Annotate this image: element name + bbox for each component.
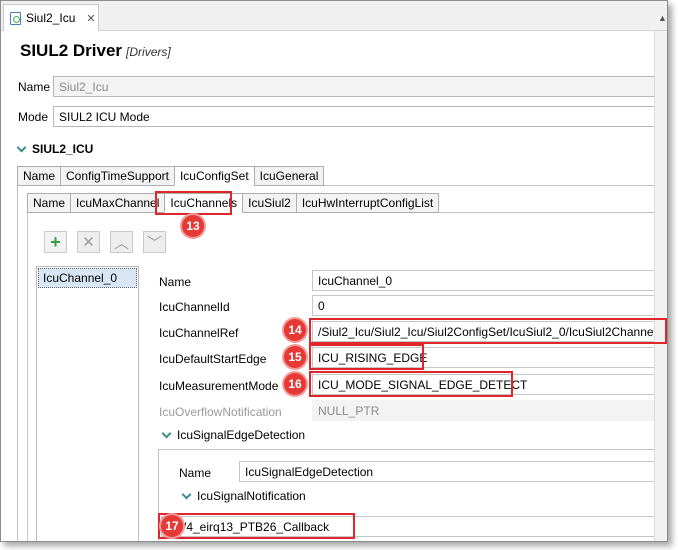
overflow-notification-field: NULL_PTR (312, 400, 667, 421)
name-label: Name (18, 80, 51, 94)
channel-list: IcuChannel_0 (36, 266, 139, 541)
sub-tab-row: Name IcuMaxChannel IcuChannels IcuSiul2 … (27, 193, 440, 213)
prop-channel-id-label: IcuChannelId (159, 300, 230, 314)
subtab-icu-max-channel[interactable]: IcuMaxChannel (70, 193, 165, 213)
file-icon (10, 11, 21, 25)
remove-channel-button[interactable]: ✕ (77, 231, 100, 253)
badge-16: 16 (284, 373, 306, 395)
prop-default-start-edge-label: IcuDefaultStartEdge (159, 352, 267, 366)
highlight-channel-ref (309, 318, 667, 344)
highlight-signal-notification (158, 513, 355, 539)
mode-label: Mode (18, 110, 49, 124)
scroll-up-icon[interactable]: ▲ (658, 13, 667, 23)
chevron-down-icon (161, 428, 172, 438)
editor-tab-label: Siul2_Icu (26, 11, 76, 25)
chevron-down-icon (16, 142, 27, 152)
section-siul2-icu-label: SIUL2_ICU (32, 142, 94, 156)
edge-name-label: Name (179, 466, 212, 480)
badge-15: 15 (284, 346, 306, 368)
prop-channel-ref-label: IcuChannelRef (159, 326, 239, 340)
tab-icu-general[interactable]: IcuGeneral (253, 166, 325, 186)
editor-window: Siul2_Icu ✕ ▲ SIUL2 Driver [Drivers] Name… (0, 0, 668, 542)
page-title-main: SIUL2 Driver (20, 41, 123, 60)
badge-13: 13 (182, 215, 204, 237)
prop-overflow-notification-label: IcuOverflowNotification (159, 405, 282, 419)
editor-tab-siul2-icu[interactable]: Siul2_Icu ✕ (3, 4, 99, 31)
section-signal-edge-detection[interactable]: IcuSignalEdgeDetection (161, 428, 306, 442)
chevron-down-icon (181, 489, 192, 499)
close-icon[interactable]: ✕ (86, 12, 95, 25)
prop-name-label: Name (159, 275, 192, 289)
vertical-scrollbar[interactable] (654, 31, 667, 541)
add-channel-button[interactable]: + (44, 231, 67, 253)
section-signal-notification-label: IcuSignalNotification (197, 489, 306, 503)
editor-tab-strip: Siul2_Icu ✕ (1, 1, 667, 31)
tab-name[interactable]: Name (17, 166, 61, 186)
subtab-name[interactable]: Name (27, 193, 71, 213)
move-up-button[interactable]: ︿ (110, 231, 133, 253)
edge-name-field[interactable]: IcuSignalEdgeDetection (239, 461, 667, 482)
top-tab-row: Name ConfigTimeSupport IcuConfigSet IcuG… (17, 166, 325, 186)
channel-id-field[interactable]: 0 (312, 295, 667, 316)
mode-field[interactable]: SIUL2 ICU Mode (53, 106, 667, 127)
highlight-icu-channels-tab (155, 191, 232, 215)
tab-config-time-support[interactable]: ConfigTimeSupport (60, 166, 174, 186)
badge-17: 17 (161, 515, 183, 537)
badge-14: 14 (284, 319, 306, 341)
section-siul2-icu[interactable]: SIUL2_ICU (16, 142, 94, 156)
move-down-button[interactable]: ﹀ (143, 231, 166, 253)
section-signal-notification[interactable]: IcuSignalNotification (181, 489, 306, 503)
page-title: SIUL2 Driver [Drivers] (20, 41, 171, 61)
name-field: Siul2_Icu (53, 76, 667, 97)
tab-icu-config-set[interactable]: IcuConfigSet (173, 166, 254, 186)
highlight-measurement-mode (309, 371, 513, 397)
subtab-icu-hw-interrupt-config-list[interactable]: IcuHwInterruptConfigList (295, 193, 440, 213)
subtab-icu-siul2[interactable]: IcuSiul2 (242, 193, 296, 213)
prop-measurement-mode-label: IcuMeasurementMode (159, 379, 279, 393)
channel-name-field[interactable]: IcuChannel_0 (312, 270, 667, 291)
section-signal-edge-detection-label: IcuSignalEdgeDetection (177, 428, 306, 442)
highlight-default-start-edge (309, 344, 424, 370)
page-title-subtitle: [Drivers] (126, 45, 171, 59)
list-item-icu-channel-0[interactable]: IcuChannel_0 (38, 268, 137, 288)
